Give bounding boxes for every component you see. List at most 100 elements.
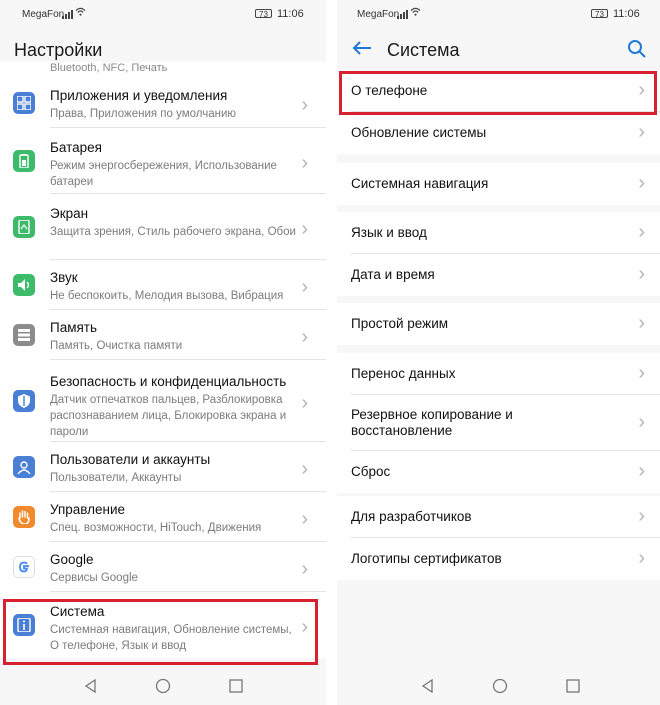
system-item[interactable]: Перенос данных › [337, 353, 660, 395]
system-item[interactable]: Сброс › [337, 451, 660, 493]
google-icon [13, 556, 35, 578]
system-item-label: Простой режим [351, 316, 449, 331]
battery-icon [13, 150, 35, 172]
screen-divider [326, 0, 337, 705]
settings-item-title: Батарея [50, 140, 102, 155]
page-title: Настройки [14, 40, 103, 60]
chevron-right-icon: › [638, 121, 645, 143]
settings-item-title: Управление [50, 502, 126, 517]
chevron-right-icon: › [638, 547, 645, 569]
settings-item-google[interactable]: Google Сервисы Google › [0, 542, 326, 592]
app-bar: Система [337, 28, 660, 72]
user-icon [13, 456, 35, 478]
settings-item-sound[interactable]: Звук Не беспокоить, Мелодия вызова, Вибра… [0, 260, 326, 310]
settings-item-subtitle: Сервисы Google [50, 572, 138, 584]
settings-item-title: Память [50, 320, 98, 335]
settings-item-title: Приложения и уведомления [50, 88, 228, 103]
chevron-right-icon: › [638, 505, 645, 527]
settings-item-title: Звук [50, 270, 78, 285]
chevron-right-icon: › [638, 172, 645, 194]
wifi-icon [410, 7, 421, 16]
settings-item-storage[interactable]: Память Память, Очистка памяти › [0, 310, 326, 360]
settings-item-display[interactable]: Экран Защита зрения, Стиль рабочего экран… [0, 194, 326, 260]
settings-item-shield[interactable]: Безопасность и конфиденциальность Датчик … [0, 360, 326, 442]
back-icon[interactable] [420, 678, 436, 694]
system-item-label: Перенос данных [351, 366, 456, 381]
sound-icon [13, 274, 35, 296]
settings-item-hand[interactable]: Управление Спец. возможности, HiTouch, Дв… [0, 492, 326, 542]
chevron-right-icon: › [638, 460, 645, 482]
system-item[interactable]: Системная навигация › [337, 163, 660, 205]
settings-item-battery[interactable]: Батарея Режим энергосбережения, Использов… [0, 128, 326, 194]
recents-icon[interactable] [565, 678, 581, 694]
settings-item-user[interactable]: Пользователи и аккаунты Пользователи, Акк… [0, 442, 326, 492]
battery-icon: 73 [591, 9, 608, 19]
settings-screen: MegaFon 73 11:06 Настройки Bluetooth, NF… [0, 0, 326, 705]
system-item[interactable]: Для разработчиков › [337, 496, 660, 538]
system-item[interactable]: Логотипы сертификатов › [337, 538, 660, 580]
navigation-bar [0, 667, 326, 705]
chevron-right-icon: › [638, 362, 645, 384]
chevron-right-icon: › [638, 411, 645, 433]
settings-item-subtitle: Память, Очистка памяти [50, 340, 183, 352]
system-item[interactable]: Простой режим › [337, 303, 660, 345]
storage-icon [13, 324, 35, 346]
back-arrow-icon[interactable] [352, 40, 372, 56]
settings-group: Простой режим › [337, 303, 660, 345]
clock: 11:06 [613, 8, 640, 20]
page-title: Система [387, 40, 460, 60]
system-screen: MegaFon 73 11:06 Система О телефоне › Обно… [337, 0, 660, 705]
chevron-right-icon: › [301, 392, 308, 414]
search-icon[interactable] [627, 39, 647, 59]
settings-item-subtitle: Права, Приложения по умолчанию [50, 108, 237, 120]
settings-group: Перенос данных › Резервное копирование и в… [337, 353, 660, 493]
apps-icon [13, 92, 35, 114]
system-item-label: Резервное копирование и восстановление [351, 407, 513, 438]
settings-item-subtitle: Не беспокоить, Мелодия вызова, Вибрация [50, 290, 284, 302]
signal-icon [62, 10, 73, 19]
list-item-partial[interactable]: Bluetooth, NFC, Печать [0, 62, 326, 78]
system-item[interactable]: Обновление системы › [337, 112, 660, 154]
carrier-label: MegaFon [357, 9, 400, 20]
settings-item-title: Безопасность и конфиденциальность [50, 374, 287, 389]
chevron-right-icon: › [638, 221, 645, 243]
status-bar: MegaFon 73 11:06 [0, 0, 326, 26]
list-item-subtitle: Bluetooth, NFC, Печать [50, 62, 168, 74]
signal-icon [397, 10, 408, 19]
hand-icon [13, 506, 35, 528]
system-item[interactable]: Резервное копирование и восстановление › [337, 395, 660, 451]
system-item[interactable]: Язык и ввод › [337, 212, 660, 254]
chevron-right-icon: › [301, 458, 308, 480]
battery-icon: 73 [255, 9, 272, 19]
carrier-label: MegaFon [22, 9, 65, 20]
chevron-right-icon: › [301, 276, 308, 298]
system-item-label: Язык и ввод [351, 225, 427, 240]
settings-item-apps[interactable]: Приложения и уведомления Права, Приложени… [0, 78, 326, 128]
recents-icon[interactable] [228, 678, 244, 694]
chevron-right-icon: › [301, 326, 308, 348]
system-item[interactable]: Дата и время › [337, 254, 660, 296]
back-icon[interactable] [83, 678, 99, 694]
chevron-right-icon: › [638, 263, 645, 285]
system-item-label: Дата и время [351, 267, 435, 282]
settings-item-subtitle: Датчик отпечатков пальцев, Разблокировка… [50, 394, 287, 438]
chevron-right-icon: › [638, 312, 645, 334]
clock: 11:06 [277, 8, 304, 20]
settings-item-title: Пользователи и аккаунты [50, 452, 211, 467]
wifi-icon [75, 7, 86, 16]
home-icon[interactable] [492, 678, 508, 694]
status-bar: MegaFon 73 11:06 [337, 0, 660, 26]
settings-item-title: Экран [50, 206, 89, 221]
chevron-right-icon: › [301, 218, 308, 240]
highlight-frame [339, 71, 657, 115]
home-icon[interactable] [155, 678, 171, 694]
settings-group: Язык и ввод › Дата и время › [337, 212, 660, 296]
settings-group: Системная навигация › [337, 163, 660, 205]
chevron-right-icon: › [301, 508, 308, 530]
chevron-right-icon: › [301, 94, 308, 116]
system-item-label: Сброс [351, 464, 391, 479]
chevron-right-icon: › [301, 152, 308, 174]
highlight-frame [3, 599, 318, 665]
system-item-label: Для разработчиков [351, 509, 472, 524]
settings-item-subtitle: Защита зрения, Стиль рабочего экрана, Об… [50, 226, 296, 238]
